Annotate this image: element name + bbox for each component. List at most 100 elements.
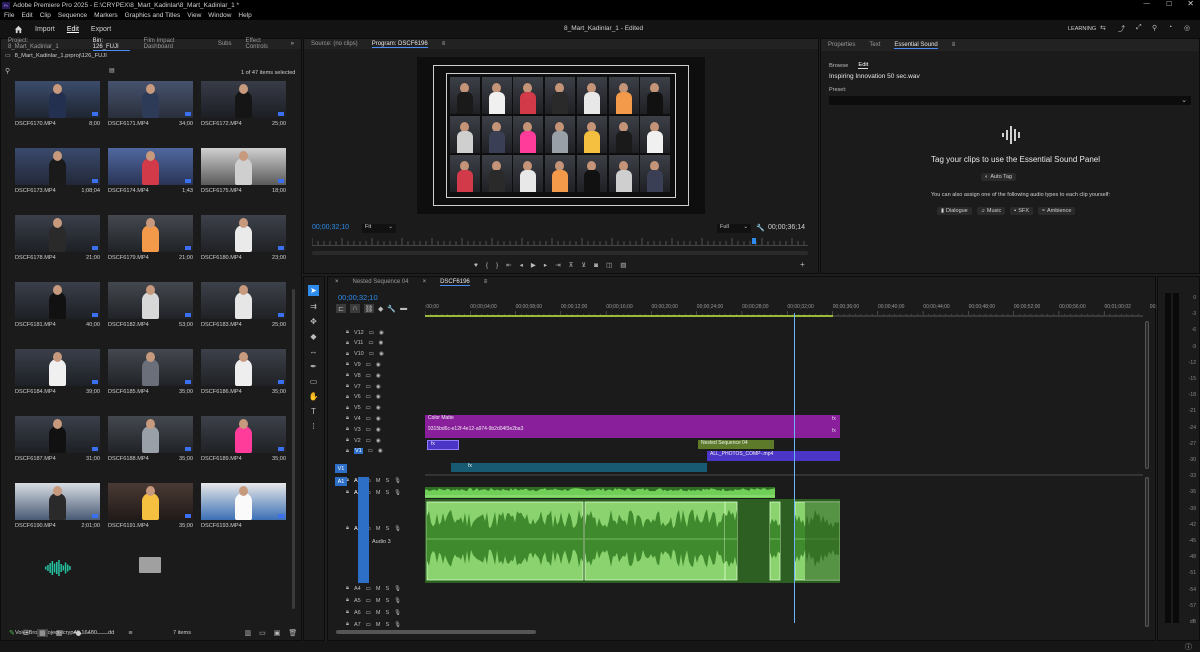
sync-lock-icon[interactable]: ▭ [366,598,371,604]
clip-thumbnail[interactable] [201,282,286,319]
mute-button[interactable]: M [376,490,381,496]
caption-tool-icon[interactable]: ⁞ [308,422,319,431]
compare-icon[interactable]: ◫ [606,261,612,269]
clip-all-photos[interactable]: ALL_PHOTOS_COMP-.mp4 [707,451,840,461]
freeform-view-icon[interactable]: ▩ [56,629,63,637]
video-track-header[interactable]: 🔒︎ V5 ▭ ◉ [346,405,381,412]
lock-icon[interactable]: 🔒︎ [346,351,349,358]
tab-film-impact[interactable]: Film Impact Dashboard [144,38,204,50]
track-name[interactable]: V8 [354,373,361,379]
lock-icon[interactable]: 🔒︎ [346,585,349,592]
tab-subs[interactable]: Subs [218,41,232,47]
solo-button[interactable]: S [385,610,389,616]
sync-lock-icon[interactable]: ▭ [366,362,371,368]
audio-track-header[interactable]: 🔒︎ A5 ▭ M S 🎙︎ [346,597,401,604]
search-icon[interactable]: ⚲ [1152,24,1157,32]
clip-thumbnail[interactable] [15,349,100,386]
audio-track-header[interactable]: 🔒︎A3▭MS🎙︎ [346,525,401,532]
sync-lock-icon[interactable]: ▭ [369,351,374,357]
hand-tool-icon[interactable]: ✋ [308,392,319,401]
video-track-header[interactable]: 🔒︎ V3 ▭ ◉ [346,426,381,433]
linked-selection-icon[interactable]: ⛓ [364,304,374,313]
zoom-slider[interactable] [70,630,111,636]
nest-toggle-icon[interactable]: ⊏ [336,304,346,313]
video-track-header[interactable]: 🔒︎ V2 ▭ ◉ [346,437,381,444]
ripple-edit-icon[interactable]: ✥ [308,317,319,326]
sync-lock-icon[interactable]: ▭ [366,416,371,422]
video-track-header[interactable]: 🔒︎ V6 ▭ ◉ [346,394,381,401]
panel-menu-icon[interactable]: » [291,41,294,47]
eye-icon[interactable]: ◉ [376,373,381,379]
clip-thumbnail[interactable] [201,349,286,386]
info-icon[interactable]: ⓘ [1185,642,1192,652]
track-name[interactable]: V2 [354,438,361,444]
selection-tool-icon[interactable]: ➤ [308,285,319,296]
lock-icon[interactable]: 🔒︎ [346,437,349,444]
clip-thumbnail[interactable] [108,483,193,520]
microphone-icon[interactable]: 🎙︎ [394,478,401,484]
add-button-icon[interactable]: + [800,260,805,269]
timeline-horizontal-scrollbar[interactable] [336,630,536,634]
microphone-icon[interactable]: 🎙︎ [394,598,401,604]
lift-icon[interactable]: ⊼ [569,261,574,269]
subtab-edit[interactable]: Edit [858,62,869,69]
add-marker-icon[interactable]: ◆ [378,305,383,313]
go-to-in-icon[interactable]: ⇤ [506,261,511,269]
eye-icon[interactable]: ◉ [376,362,381,368]
menu-window[interactable]: Window [208,12,231,19]
video-track-header[interactable]: 🔒︎ V1 ▭ ◉ [346,448,383,455]
workspaces-icon[interactable]: ⇆ [1100,24,1106,32]
close-button[interactable]: ✕ [1187,0,1194,8]
menu-file[interactable]: File [4,12,14,19]
menu-markers[interactable]: Markers [94,12,117,19]
lock-icon[interactable]: 🔒︎ [346,383,349,390]
step-forward-icon[interactable]: ▸ [544,261,547,269]
clip-thumbnail[interactable] [15,81,100,118]
sync-lock-icon[interactable]: ▭ [366,610,371,616]
sync-lock-icon[interactable]: ▭ [366,427,371,433]
track-name[interactable]: V3 [354,427,361,433]
lock-icon[interactable]: 🔒︎ [346,621,349,628]
mute-button[interactable]: M [376,526,381,532]
new-bin-icon[interactable]: ▤ [109,67,115,74]
step-back-icon[interactable]: ◂ [520,261,523,269]
eye-icon[interactable]: ◉ [378,448,383,454]
tab-properties[interactable]: Properties [828,42,855,48]
tab-effect-controls[interactable]: Effect Controls [246,38,284,50]
quick-export-icon[interactable]: ⤴ [1118,24,1125,34]
tab-bin[interactable]: Bin: 126_FUJI [92,38,130,51]
mute-button[interactable]: M [376,598,381,604]
menu-edit[interactable]: Edit [21,12,32,19]
track-name[interactable]: A6 [354,610,361,616]
clip-thumbnail[interactable] [201,215,286,252]
source-patch-a1[interactable]: A1 [335,477,347,486]
clip-thumbnail[interactable] [201,483,286,520]
track-name[interactable]: V4 [354,416,361,422]
tab-source[interactable]: Source: (no clips) [311,41,358,47]
sync-lock-icon[interactable]: ▭ [369,330,374,336]
go-to-out-icon[interactable]: ⇥ [555,261,560,269]
play-icon[interactable]: ▶ [531,261,536,269]
auto-tag-button[interactable]: ◐ Auto Tag [981,173,1016,181]
sync-lock-icon[interactable]: ▭ [366,586,371,592]
clip-thumbnail[interactable] [15,148,100,185]
lock-icon[interactable]: 🔒︎ [346,361,349,368]
sfx-button[interactable]: ▪ SFX [1010,207,1033,215]
video-track-header[interactable]: 🔒︎ V12 ▭ ◉ [346,329,384,336]
wrench-icon[interactable]: 🔧 [756,224,765,232]
clip-thumbnail[interactable] [108,282,193,319]
subtab-browse[interactable]: Browse [829,63,848,69]
timeline-timecode[interactable]: 00;00;32;10 [338,293,378,302]
clip-color-matte-2[interactable]: 9315bd6c-e12f-4e12-a974-9b2d04f3e2ba3 [425,426,840,438]
lock-icon[interactable]: 🔒︎ [346,405,349,412]
video-track-header[interactable]: 🔒︎ V4 ▭ ◉ [346,415,381,422]
work-area-bar[interactable] [425,315,833,317]
track-name[interactable]: V12 [354,330,364,336]
track-name[interactable]: V5 [354,405,361,411]
tab-essential-sound[interactable]: Essential Sound [894,42,938,49]
icon-view-icon[interactable]: ▦ [37,629,48,637]
lock-icon[interactable]: 🔒︎ [346,609,349,616]
solo-button[interactable]: S [385,598,389,604]
clip-v1-teal[interactable]: fx [451,463,707,472]
pen-icon[interactable]: ✎ [9,629,15,637]
